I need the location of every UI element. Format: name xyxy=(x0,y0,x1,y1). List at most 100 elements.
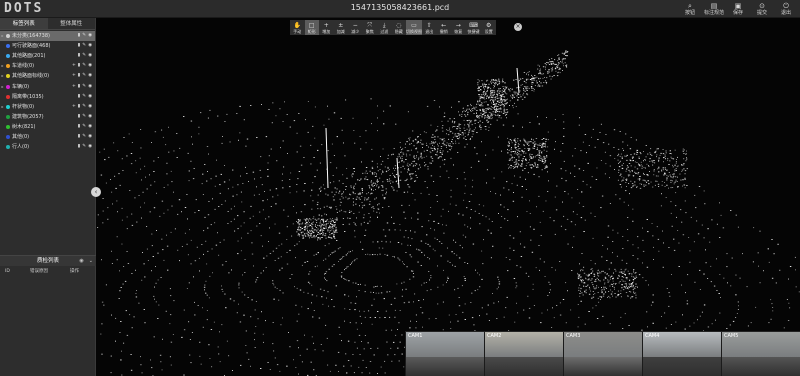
lidar-point xyxy=(426,234,428,236)
brush-icon[interactable]: ✎ xyxy=(82,142,86,152)
lidar-point xyxy=(543,145,545,147)
tool-button[interactable]: ⇧ 退出 xyxy=(422,20,437,35)
lidar-point xyxy=(472,110,474,112)
spec-button[interactable]: ▤ 标注规范 xyxy=(702,0,726,18)
add-icon[interactable]: + xyxy=(72,82,76,92)
label-item[interactable]: ▸ 杆状物(0) + ▮ ✎ ◉ xyxy=(0,102,95,112)
lidar-point xyxy=(591,136,592,138)
label-item[interactable]: ▸ 车辆(0) + ▮ ✎ ◉ xyxy=(0,81,95,91)
eye-icon[interactable]: ◉ xyxy=(88,82,92,92)
eye-icon[interactable]: ◉ xyxy=(88,142,92,152)
toolbar-close-button[interactable]: × xyxy=(514,23,522,31)
sidebar-collapse-button[interactable]: ‹ xyxy=(91,187,101,197)
tab-global-attributes[interactable]: 整体属性 xyxy=(48,18,96,29)
lock-icon[interactable]: ▮ xyxy=(78,31,80,41)
help-button[interactable]: ⌕ 按钮 xyxy=(678,0,702,18)
tool-button[interactable]: ⚙ 设置 xyxy=(482,20,497,35)
camera-thumbnail[interactable]: CAM3 xyxy=(563,332,642,376)
lock-icon[interactable]: ▮ xyxy=(78,82,80,92)
tool-button[interactable]: □ 矩形 xyxy=(304,20,319,35)
eye-icon[interactable]: ◉ xyxy=(88,132,92,142)
lidar-point xyxy=(201,244,203,245)
label-item[interactable]: 树木(821) ▮ ✎ ◉ xyxy=(0,122,95,132)
add-icon[interactable]: + xyxy=(72,102,76,112)
lock-icon[interactable]: ▮ xyxy=(78,61,80,71)
expand-icon[interactable]: ▸ xyxy=(0,31,5,41)
camera-thumbnail[interactable]: CAM1 xyxy=(405,332,484,376)
tool-button[interactable]: − 减少 xyxy=(348,20,363,35)
camera-thumbnail[interactable]: CAM5 xyxy=(721,332,800,376)
label-item[interactable]: ▸ 未分类(164738) ▮ ✎ ◉ xyxy=(0,31,95,42)
brush-icon[interactable]: ✎ xyxy=(82,31,86,41)
eye-icon[interactable]: ◉ xyxy=(88,41,92,51)
lock-icon[interactable]: ▮ xyxy=(78,132,80,142)
eye-icon[interactable]: ◉ xyxy=(88,71,92,81)
lock-icon[interactable]: ▮ xyxy=(78,92,80,102)
expand-icon[interactable]: ▸ xyxy=(0,102,5,112)
point-cloud-viewport[interactable] xyxy=(97,18,800,376)
lock-icon[interactable]: ▮ xyxy=(78,142,80,152)
lock-icon[interactable]: ▮ xyxy=(78,41,80,51)
tool-button[interactable]: ⤧ 聚焦 xyxy=(363,20,378,35)
brush-icon[interactable]: ✎ xyxy=(82,102,86,112)
lidar-point xyxy=(503,88,504,89)
expand-icon[interactable]: ▸ xyxy=(0,71,5,81)
eye-icon[interactable]: ◉ xyxy=(88,102,92,112)
chevron-down-icon[interactable]: ⌄ xyxy=(89,256,93,267)
eye-icon[interactable]: ◉ xyxy=(88,122,92,132)
tool-button[interactable]: ✋ 手动 xyxy=(290,20,305,35)
lidar-point xyxy=(314,229,315,231)
brush-icon[interactable]: ✎ xyxy=(82,112,86,122)
tool-button[interactable]: ◌ 隐藏 xyxy=(392,20,407,35)
label-item[interactable]: 其他(0) ▮ ✎ ◉ xyxy=(0,132,95,142)
lidar-point xyxy=(601,289,602,291)
brush-icon[interactable]: ✎ xyxy=(82,92,86,102)
eye-icon[interactable]: ◉ xyxy=(88,51,92,61)
lidar-point xyxy=(544,165,546,167)
eye-icon[interactable]: ◉ xyxy=(88,112,92,122)
brush-icon[interactable]: ✎ xyxy=(82,132,86,142)
camera-thumbnail[interactable]: CAM4 xyxy=(642,332,721,376)
camera-thumbnail[interactable]: CAM2 xyxy=(484,332,563,376)
lidar-point xyxy=(439,152,442,153)
lock-icon[interactable]: ▮ xyxy=(78,102,80,112)
eye-icon[interactable]: ◉ xyxy=(79,256,83,267)
point-cloud-canvas[interactable] xyxy=(97,18,800,376)
lidar-point xyxy=(389,178,390,180)
exit-button[interactable]: ⏻ 退出 xyxy=(774,0,798,18)
tool-button[interactable]: ▭ 切换视图 xyxy=(406,20,422,35)
submit-button[interactable]: ⊙ 提交 xyxy=(750,0,774,18)
eye-icon[interactable]: ◉ xyxy=(88,92,92,102)
tool-button[interactable]: + 增加 xyxy=(319,20,334,35)
tool-button[interactable]: ± 加减 xyxy=(334,20,349,35)
add-icon[interactable]: + xyxy=(72,61,76,71)
lock-icon[interactable]: ▮ xyxy=(78,71,80,81)
label-item[interactable]: ▸ 车道线(0) + ▮ ✎ ◉ xyxy=(0,61,95,71)
brush-icon[interactable]: ✎ xyxy=(82,82,86,92)
brush-icon[interactable]: ✎ xyxy=(82,51,86,61)
label-item[interactable]: ▸ 其他路面标线(0) + ▮ ✎ ◉ xyxy=(0,71,95,81)
save-button[interactable]: ▣ 保存 xyxy=(726,0,750,18)
expand-icon[interactable]: ▸ xyxy=(0,82,5,92)
label-item[interactable]: 其他路面(201) ▮ ✎ ◉ xyxy=(0,51,95,61)
lock-icon[interactable]: ▮ xyxy=(78,112,80,122)
add-icon[interactable]: + xyxy=(72,71,76,81)
eye-icon[interactable]: ◉ xyxy=(88,31,92,41)
tab-label-list[interactable]: 标签列表 xyxy=(0,18,48,29)
tool-button[interactable]: ← 撤销 xyxy=(437,20,452,35)
lock-icon[interactable]: ▮ xyxy=(78,122,80,132)
tool-button[interactable]: → 恢复 xyxy=(451,20,466,35)
lock-icon[interactable]: ▮ xyxy=(78,51,80,61)
brush-icon[interactable]: ✎ xyxy=(82,71,86,81)
label-item[interactable]: 建筑物(2057) ▮ ✎ ◉ xyxy=(0,112,95,122)
brush-icon[interactable]: ✎ xyxy=(82,41,86,51)
tool-button[interactable]: ⌨ 快捷键 xyxy=(466,20,482,35)
brush-icon[interactable]: ✎ xyxy=(82,61,86,71)
label-item[interactable]: 隔离带(1035) ▮ ✎ ◉ xyxy=(0,92,95,102)
tool-button[interactable]: ⤓ 过滤 xyxy=(377,20,392,35)
label-item[interactable]: 可行驶路面(468) ▮ ✎ ◉ xyxy=(0,41,95,51)
eye-icon[interactable]: ◉ xyxy=(88,61,92,71)
label-item[interactable]: 行人(0) ▮ ✎ ◉ xyxy=(0,142,95,152)
expand-icon[interactable]: ▸ xyxy=(0,61,5,71)
brush-icon[interactable]: ✎ xyxy=(82,122,86,132)
